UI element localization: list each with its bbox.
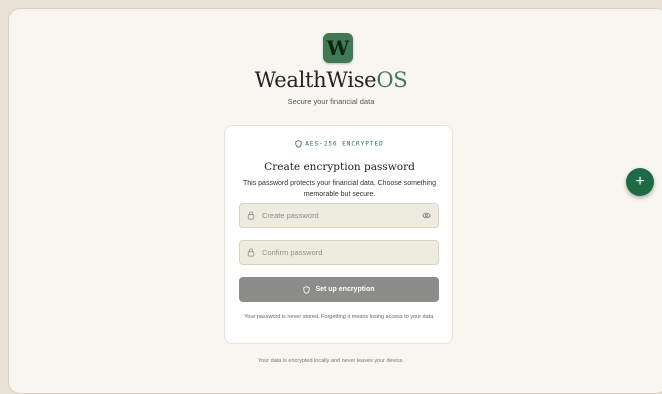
app-tagline: Secure your financial data: [287, 97, 375, 106]
eye-icon[interactable]: [422, 212, 431, 219]
create-password-field[interactable]: Create password: [239, 203, 439, 228]
encryption-badge-label: AES-256 ENCRYPTED: [305, 140, 384, 148]
encryption-setup-card: AES-256 ENCRYPTED Create encryption pass…: [224, 125, 453, 344]
password-warning-note: Your password is never stored. Forgettin…: [244, 314, 435, 320]
card-title: Create encryption password: [264, 161, 415, 173]
plus-icon: +: [635, 173, 645, 190]
set-up-encryption-button[interactable]: Set up encryption: [239, 277, 439, 302]
add-button[interactable]: +: [626, 168, 654, 196]
shield-icon: [303, 285, 311, 294]
app-logo: W: [323, 33, 353, 63]
lock-icon: [247, 248, 255, 257]
confirm-password-field[interactable]: Confirm password: [239, 240, 439, 265]
lock-icon: [247, 211, 255, 220]
app-name-main: WealthWise: [254, 68, 377, 92]
set-up-encryption-label: Set up encryption: [315, 286, 375, 293]
footer-note: Your data is encrypted locally and never…: [258, 358, 404, 364]
app-name-suffix: OS: [376, 68, 408, 92]
encryption-badge: AES-256 ENCRYPTED: [225, 140, 454, 148]
create-password-input[interactable]: Create password: [262, 204, 319, 227]
app-name: WealthWiseOS: [0, 68, 662, 92]
confirm-password-input[interactable]: Confirm password: [262, 241, 322, 264]
shield-icon: [295, 140, 302, 148]
card-description: This password protects your financial da…: [243, 180, 436, 198]
